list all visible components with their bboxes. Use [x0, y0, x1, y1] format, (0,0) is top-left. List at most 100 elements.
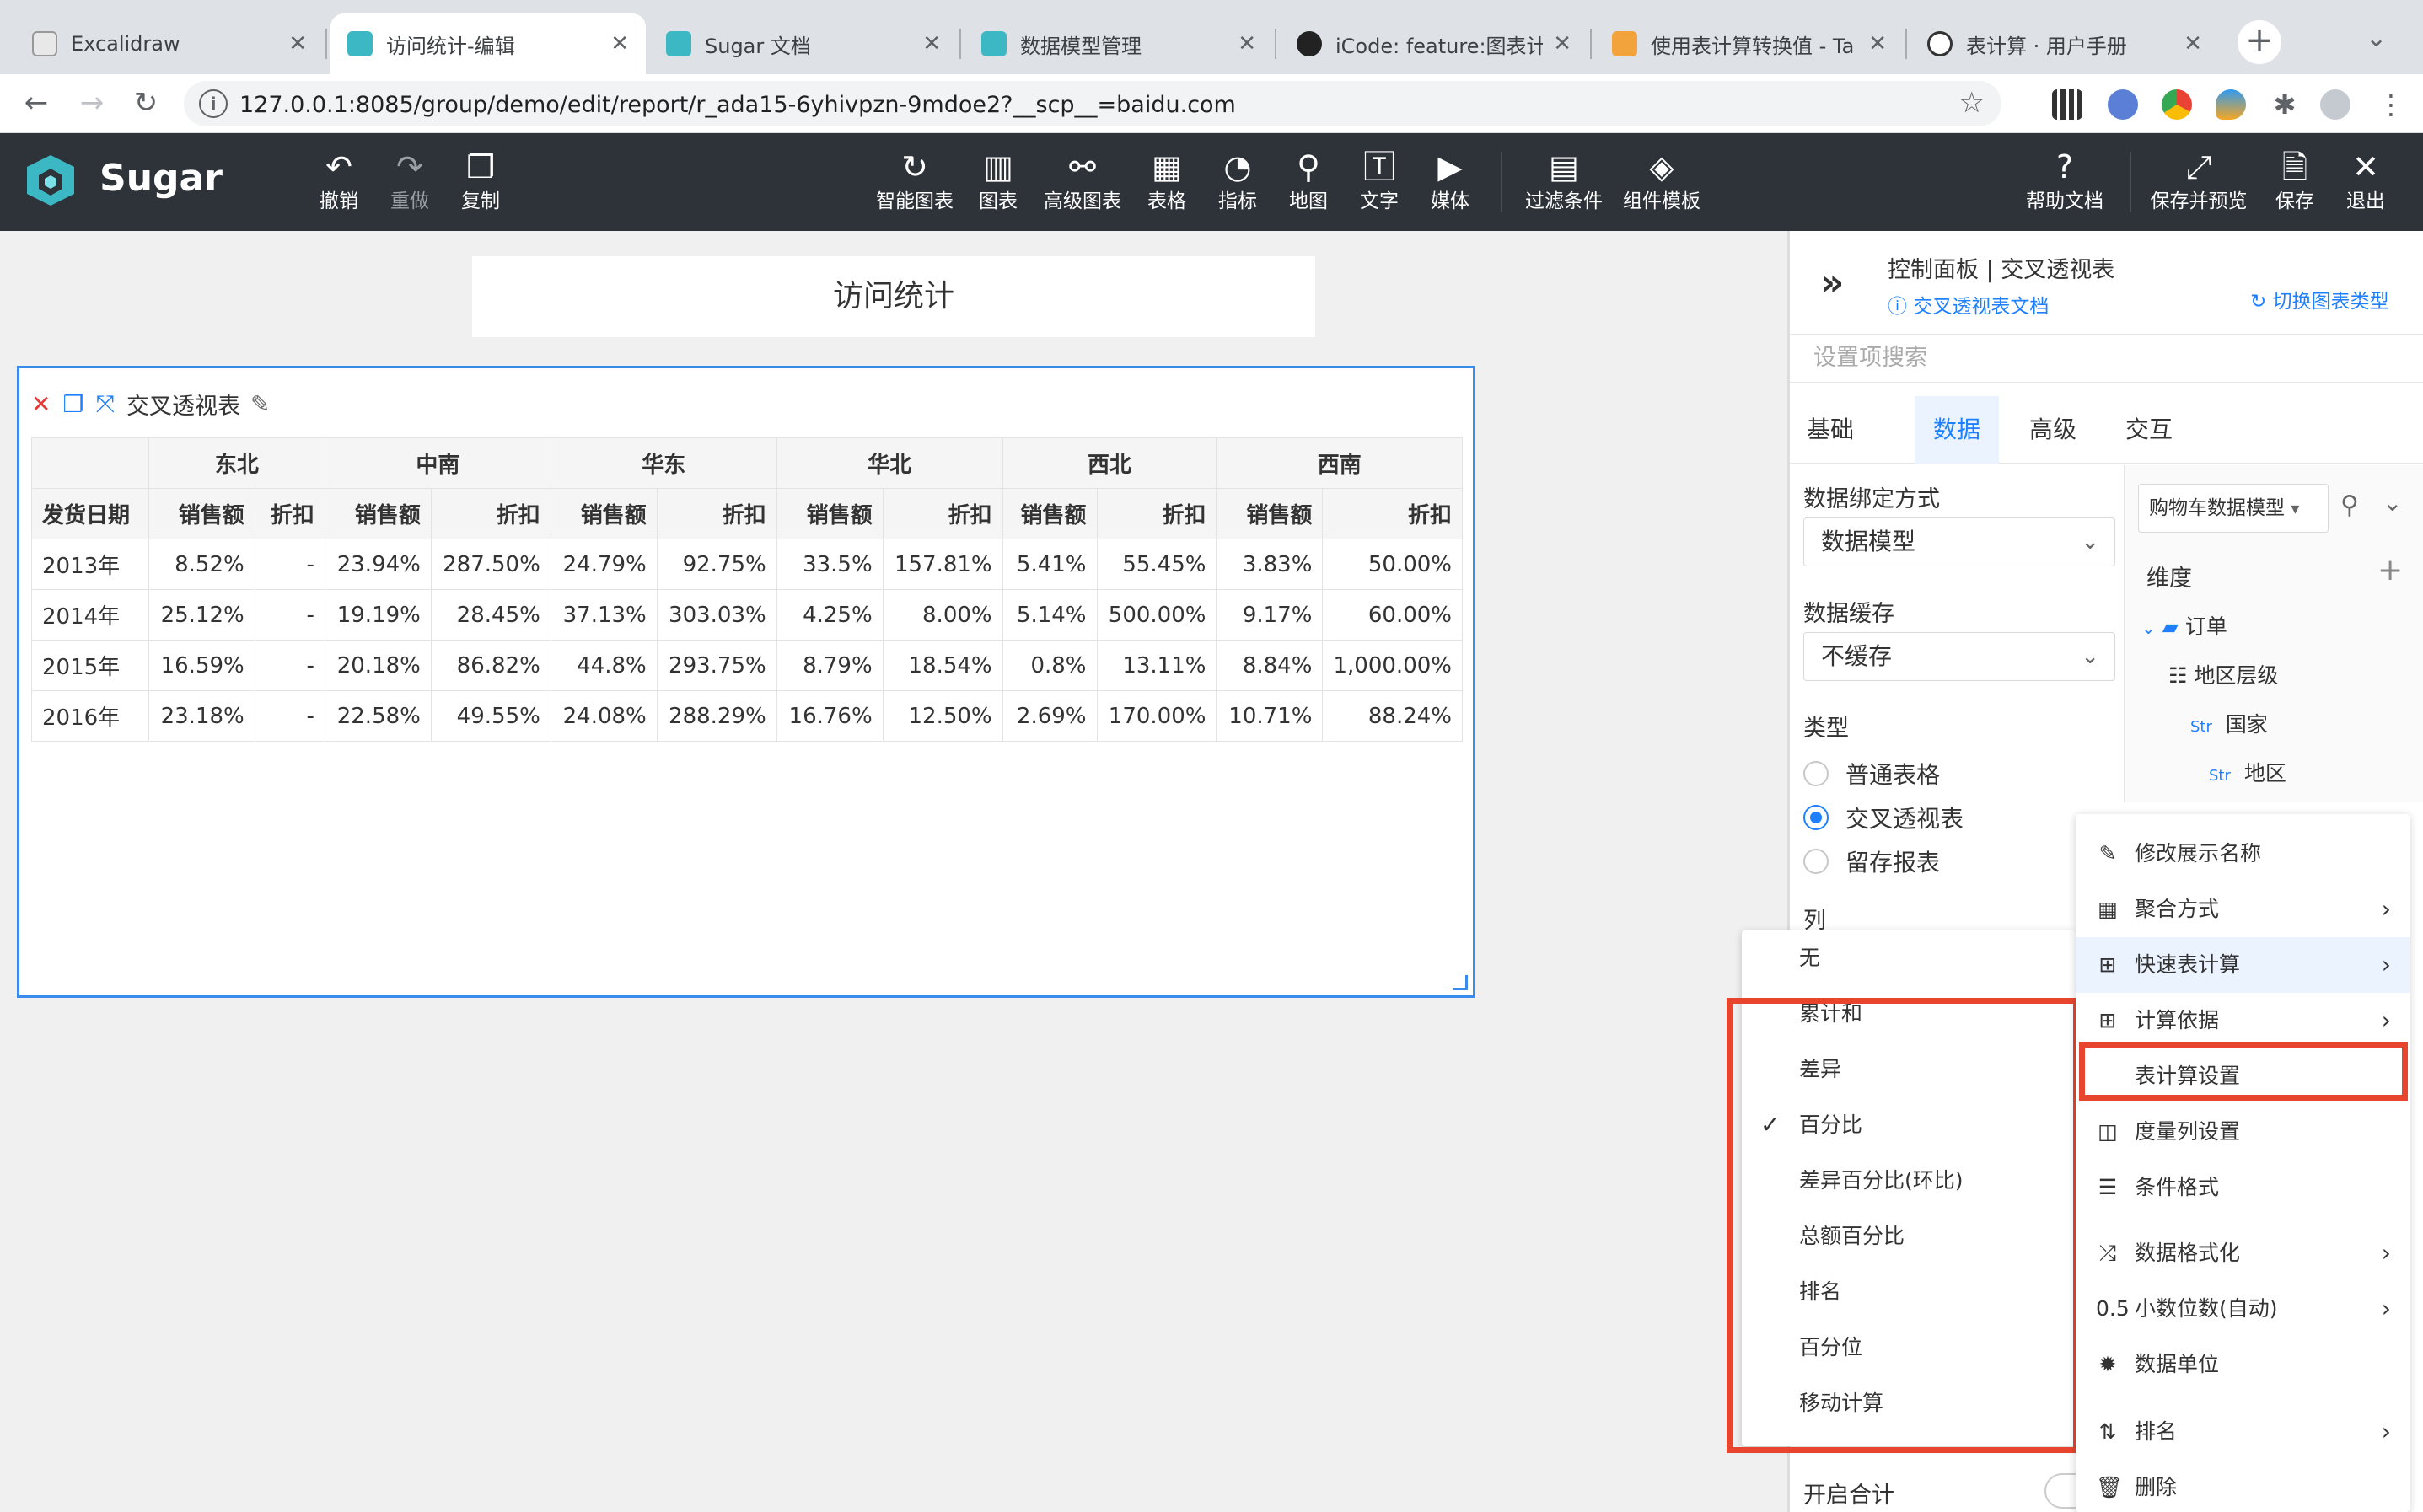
region-header[interactable]: 华北 — [776, 437, 1003, 489]
context-menu-item[interactable]: ⇅ 排名 › — [2076, 1404, 2410, 1460]
measure-header[interactable]: 销售额 — [550, 488, 658, 539]
region-header[interactable]: 西南 — [1216, 437, 1463, 489]
tab-close-icon[interactable]: ✕ — [2184, 31, 2202, 56]
map-button[interactable]: ⚲ 地图 — [1268, 148, 1349, 219]
qr-code-icon[interactable] — [2052, 89, 2082, 120]
type-radio-pivot[interactable]: 交叉透视表 — [1803, 801, 1964, 834]
measure-header[interactable]: 折扣 — [430, 488, 551, 539]
save-and-preview-button[interactable]: ⤢ 保存并预览 — [2143, 148, 2254, 219]
new-tab-button[interactable]: + — [2238, 20, 2281, 64]
text-button[interactable]: 🅃 文字 — [1339, 148, 1420, 219]
back-icon[interactable]: ← — [17, 84, 56, 123]
tab-data[interactable]: 数据 — [1915, 396, 1999, 464]
duplicate-widget-icon[interactable]: ❐ — [62, 390, 83, 418]
report-title[interactable]: 访问统计 — [472, 256, 1315, 337]
tab-close-icon[interactable]: ✕ — [1553, 31, 1571, 56]
browser-tab-active[interactable]: 访问统计-编辑 ✕ — [330, 13, 646, 74]
context-menu-item[interactable]: ⤮ 数据格式化 › — [2076, 1225, 2410, 1281]
tree-item-region-level[interactable]: ☷ 地区层级 — [2168, 659, 2278, 689]
region-header[interactable]: 东北 — [148, 437, 325, 489]
smart-chart-button[interactable]: ↻ 智能图表 — [872, 148, 958, 219]
help-doc-button[interactable]: ? 帮助文档 — [2018, 148, 2111, 219]
context-menu-item[interactable]: ✎ 修改展示名称 — [2076, 826, 2410, 882]
tab-close-icon[interactable]: ✕ — [1868, 31, 1887, 56]
context-menu-item[interactable]: ☰ 条件格式 — [2076, 1160, 2410, 1215]
table-button[interactable]: ▦ 表格 — [1126, 148, 1207, 219]
tab-interaction[interactable]: 交互 — [2107, 396, 2191, 464]
resize-handle[interactable] — [1453, 975, 1468, 990]
tab-close-icon[interactable]: ✕ — [1238, 31, 1256, 56]
tab-close-icon[interactable]: ✕ — [922, 31, 941, 56]
tab-basic[interactable]: 基础 — [1790, 396, 1871, 464]
context-menu-item[interactable]: ⊞ 快速表计算 › — [2076, 937, 2410, 993]
measure-header[interactable]: 销售额 — [776, 488, 884, 539]
profile-avatar-icon[interactable] — [2320, 89, 2350, 120]
context-menu-item[interactable]: 🗑 删除 — [2076, 1460, 2410, 1512]
chevron-down-icon[interactable]: ⌄ — [2383, 489, 2402, 517]
pivot-widget[interactable]: ✕ ❐ ⤧ 交叉透视表 ✎ 东北 中南 华东 华北 西北 西南 发货日期 销售额… — [17, 366, 1475, 998]
measure-header[interactable]: 折扣 — [254, 488, 325, 539]
measure-header[interactable]: 折扣 — [882, 488, 1003, 539]
add-dimension-icon[interactable]: + — [2377, 553, 2403, 587]
url-text[interactable]: 127.0.0.1:8085/group/demo/edit/report/r_… — [239, 92, 1236, 118]
tree-item-region[interactable]: Str 地区 — [2209, 757, 2286, 787]
measure-header[interactable]: 销售额 — [324, 488, 432, 539]
browser-tab[interactable]: 表计算 · 用户手册 ✕ — [1910, 13, 2219, 74]
save-button[interactable]: 🗎 保存 — [2254, 148, 2335, 219]
site-info-icon[interactable]: i — [199, 89, 228, 118]
extension-shield-icon[interactable] — [2216, 89, 2246, 120]
browser-tab[interactable]: 使用表计算转换值 - Ta ✕ — [1595, 13, 1904, 74]
region-header[interactable]: 西北 — [1002, 437, 1217, 489]
context-menu-item[interactable]: ✹ 数据单位 — [2076, 1337, 2410, 1392]
measure-header[interactable]: 折扣 — [656, 488, 777, 539]
region-header[interactable]: 华东 — [550, 437, 777, 489]
extension-chrome-icon[interactable] — [2162, 89, 2192, 120]
reload-icon[interactable]: ↻ — [126, 84, 165, 123]
tab-search-icon[interactable]: ⌄ — [2366, 24, 2387, 53]
template-button[interactable]: ◈ 组件模板 — [1615, 148, 1708, 219]
search-icon[interactable]: ⚲ — [2340, 491, 2359, 520]
tab-close-icon[interactable]: ✕ — [610, 31, 629, 56]
delete-widget-icon[interactable]: ✕ — [31, 390, 51, 418]
context-menu-item[interactable]: ▦ 聚合方式 › — [2076, 882, 2410, 937]
date-header[interactable]: 发货日期 — [31, 488, 149, 539]
edit-title-icon[interactable]: ✎ — [250, 390, 270, 418]
browser-tab[interactable]: 数据模型管理 ✕ — [964, 13, 1273, 74]
browser-tab[interactable]: Excalidraw ✕ — [15, 13, 324, 74]
region-header[interactable]: 中南 — [324, 437, 551, 489]
binding-select[interactable]: 数据模型 ⌄ — [1803, 517, 2115, 566]
indicator-button[interactable]: ◔ 指标 — [1197, 148, 1278, 219]
quick-calc-option[interactable]: 无 — [1742, 930, 2076, 986]
browser-tab[interactable]: iCode: feature:图表计 ✕ — [1280, 13, 1588, 74]
pivot-doc-link[interactable]: ⓘ 交叉透视表文档 — [1888, 290, 2049, 319]
tab-advanced[interactable]: 高级 — [2011, 396, 2095, 464]
chart-button[interactable]: ▥ 图表 — [958, 148, 1039, 219]
measure-header[interactable]: 销售额 — [1002, 488, 1098, 539]
extensions-puzzle-icon[interactable]: ✱ — [2270, 89, 2300, 120]
model-select[interactable]: 购物车数据模型 ▾ — [2138, 484, 2329, 533]
context-menu-item[interactable]: 0.5 小数位数(自动) › — [2076, 1281, 2410, 1337]
advanced-chart-button[interactable]: ⚯ 高级图表 — [1039, 148, 1126, 219]
exit-button[interactable]: ✕ 退出 — [2325, 148, 2406, 219]
type-radio-retention[interactable]: 留存报表 — [1803, 844, 1940, 878]
switch-chart-type-link[interactable]: ↻ 切换图表类型 — [2250, 285, 2389, 314]
extension-owl-icon[interactable] — [2108, 89, 2138, 120]
browser-tab[interactable]: Sugar 文档 ✕ — [649, 13, 958, 74]
context-menu-item[interactable]: ◫ 度量列设置 — [2076, 1104, 2410, 1160]
settings-search-input[interactable]: 设置项搜索 — [1790, 334, 2423, 383]
tree-item-order[interactable]: ⌄ ▰ 订单 — [2141, 610, 2227, 641]
measure-header[interactable]: 折扣 — [1096, 488, 1217, 539]
tab-close-icon[interactable]: ✕ — [288, 31, 307, 56]
measure-header[interactable]: 折扣 — [1322, 488, 1463, 539]
filter-button[interactable]: ▤ 过滤条件 — [1518, 148, 1610, 219]
address-bar[interactable]: i 127.0.0.1:8085/group/demo/edit/report/… — [184, 81, 2001, 126]
copy-button[interactable]: ❐ 复制 — [438, 148, 523, 219]
measure-header[interactable]: 销售额 — [1216, 488, 1324, 539]
forward-icon[interactable]: → — [73, 84, 111, 123]
cache-select[interactable]: 不缓存 ⌄ — [1803, 632, 2115, 681]
type-radio-normal[interactable]: 普通表格 — [1803, 757, 1940, 791]
tree-item-country[interactable]: Str 国家 — [2190, 708, 2268, 738]
bookmark-star-icon[interactable]: ☆ — [1959, 86, 1985, 120]
measure-header[interactable]: 销售额 — [148, 488, 255, 539]
collapse-panel-icon[interactable]: » — [1820, 261, 1844, 304]
